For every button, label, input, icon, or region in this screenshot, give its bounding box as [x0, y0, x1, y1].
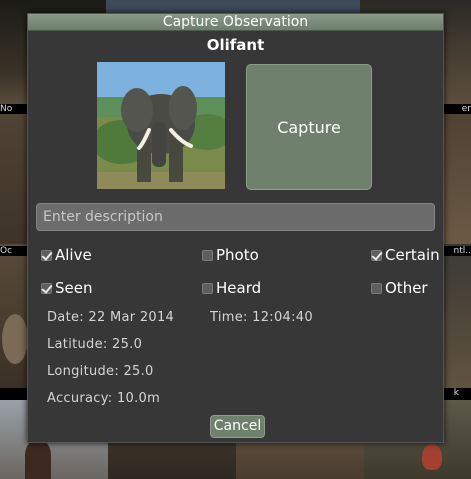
- longitude-line: Longitude: 25.0: [47, 364, 154, 379]
- background-animal-shape: [2, 314, 28, 364]
- date-line: Date: 22 Mar 2014: [47, 310, 174, 325]
- heard-checkbox[interactable]: Heard: [202, 279, 261, 297]
- accuracy-value: 10.0m: [116, 391, 161, 406]
- certain-checkbox[interactable]: Certain: [371, 246, 440, 264]
- date-value: 22 Mar 2014: [88, 310, 175, 325]
- checkbox-unchecked-icon: [371, 282, 382, 294]
- capture-button[interactable]: Capture: [246, 64, 372, 190]
- capture-observation-dialog: Capture Observation Olifant Capture Ente…: [27, 13, 444, 443]
- time-value: 12:04:40: [252, 310, 313, 325]
- other-checkbox[interactable]: Other: [371, 279, 428, 297]
- elephant-photo-icon: [97, 62, 225, 189]
- species-name: Olifant: [206, 36, 265, 54]
- time-label: Time:: [210, 310, 248, 325]
- background-tile[interactable]: [106, 0, 360, 14]
- species-photo: [97, 62, 225, 189]
- checkbox-checked-icon: [41, 282, 52, 294]
- latitude-label: Latitude:: [47, 337, 108, 352]
- alive-checkbox-label: Alive: [55, 246, 92, 264]
- checkbox-checked-icon: [41, 249, 52, 261]
- cancel-button[interactable]: Cancel: [210, 415, 265, 438]
- alive-checkbox[interactable]: Alive: [41, 246, 92, 264]
- photo-checkbox-label: Photo: [216, 246, 259, 264]
- photo-checkbox[interactable]: Photo: [202, 246, 259, 264]
- longitude-value: 25.0: [123, 364, 154, 379]
- description-input[interactable]: Enter description: [36, 203, 435, 231]
- accuracy-label: Accuracy:: [47, 391, 113, 406]
- time-line: Time: 12:04:40: [210, 310, 313, 325]
- background-bird-shape: [422, 444, 442, 470]
- date-label: Date:: [47, 310, 84, 325]
- seen-checkbox[interactable]: Seen: [41, 279, 93, 297]
- other-checkbox-label: Other: [385, 279, 428, 297]
- longitude-label: Longitude:: [47, 364, 120, 379]
- accuracy-line: Accuracy: 10.0m: [47, 391, 160, 406]
- certain-checkbox-label: Certain: [385, 246, 440, 264]
- checkbox-unchecked-icon: [202, 249, 213, 261]
- checkbox-checked-icon: [371, 249, 382, 261]
- checkbox-unchecked-icon: [202, 282, 213, 294]
- background-animal-shape: [25, 440, 51, 479]
- dialog-title: Capture Observation: [28, 14, 443, 31]
- latitude-line: Latitude: 25.0: [47, 337, 142, 352]
- latitude-value: 25.0: [112, 337, 143, 352]
- seen-checkbox-label: Seen: [55, 279, 93, 297]
- heard-checkbox-label: Heard: [216, 279, 262, 297]
